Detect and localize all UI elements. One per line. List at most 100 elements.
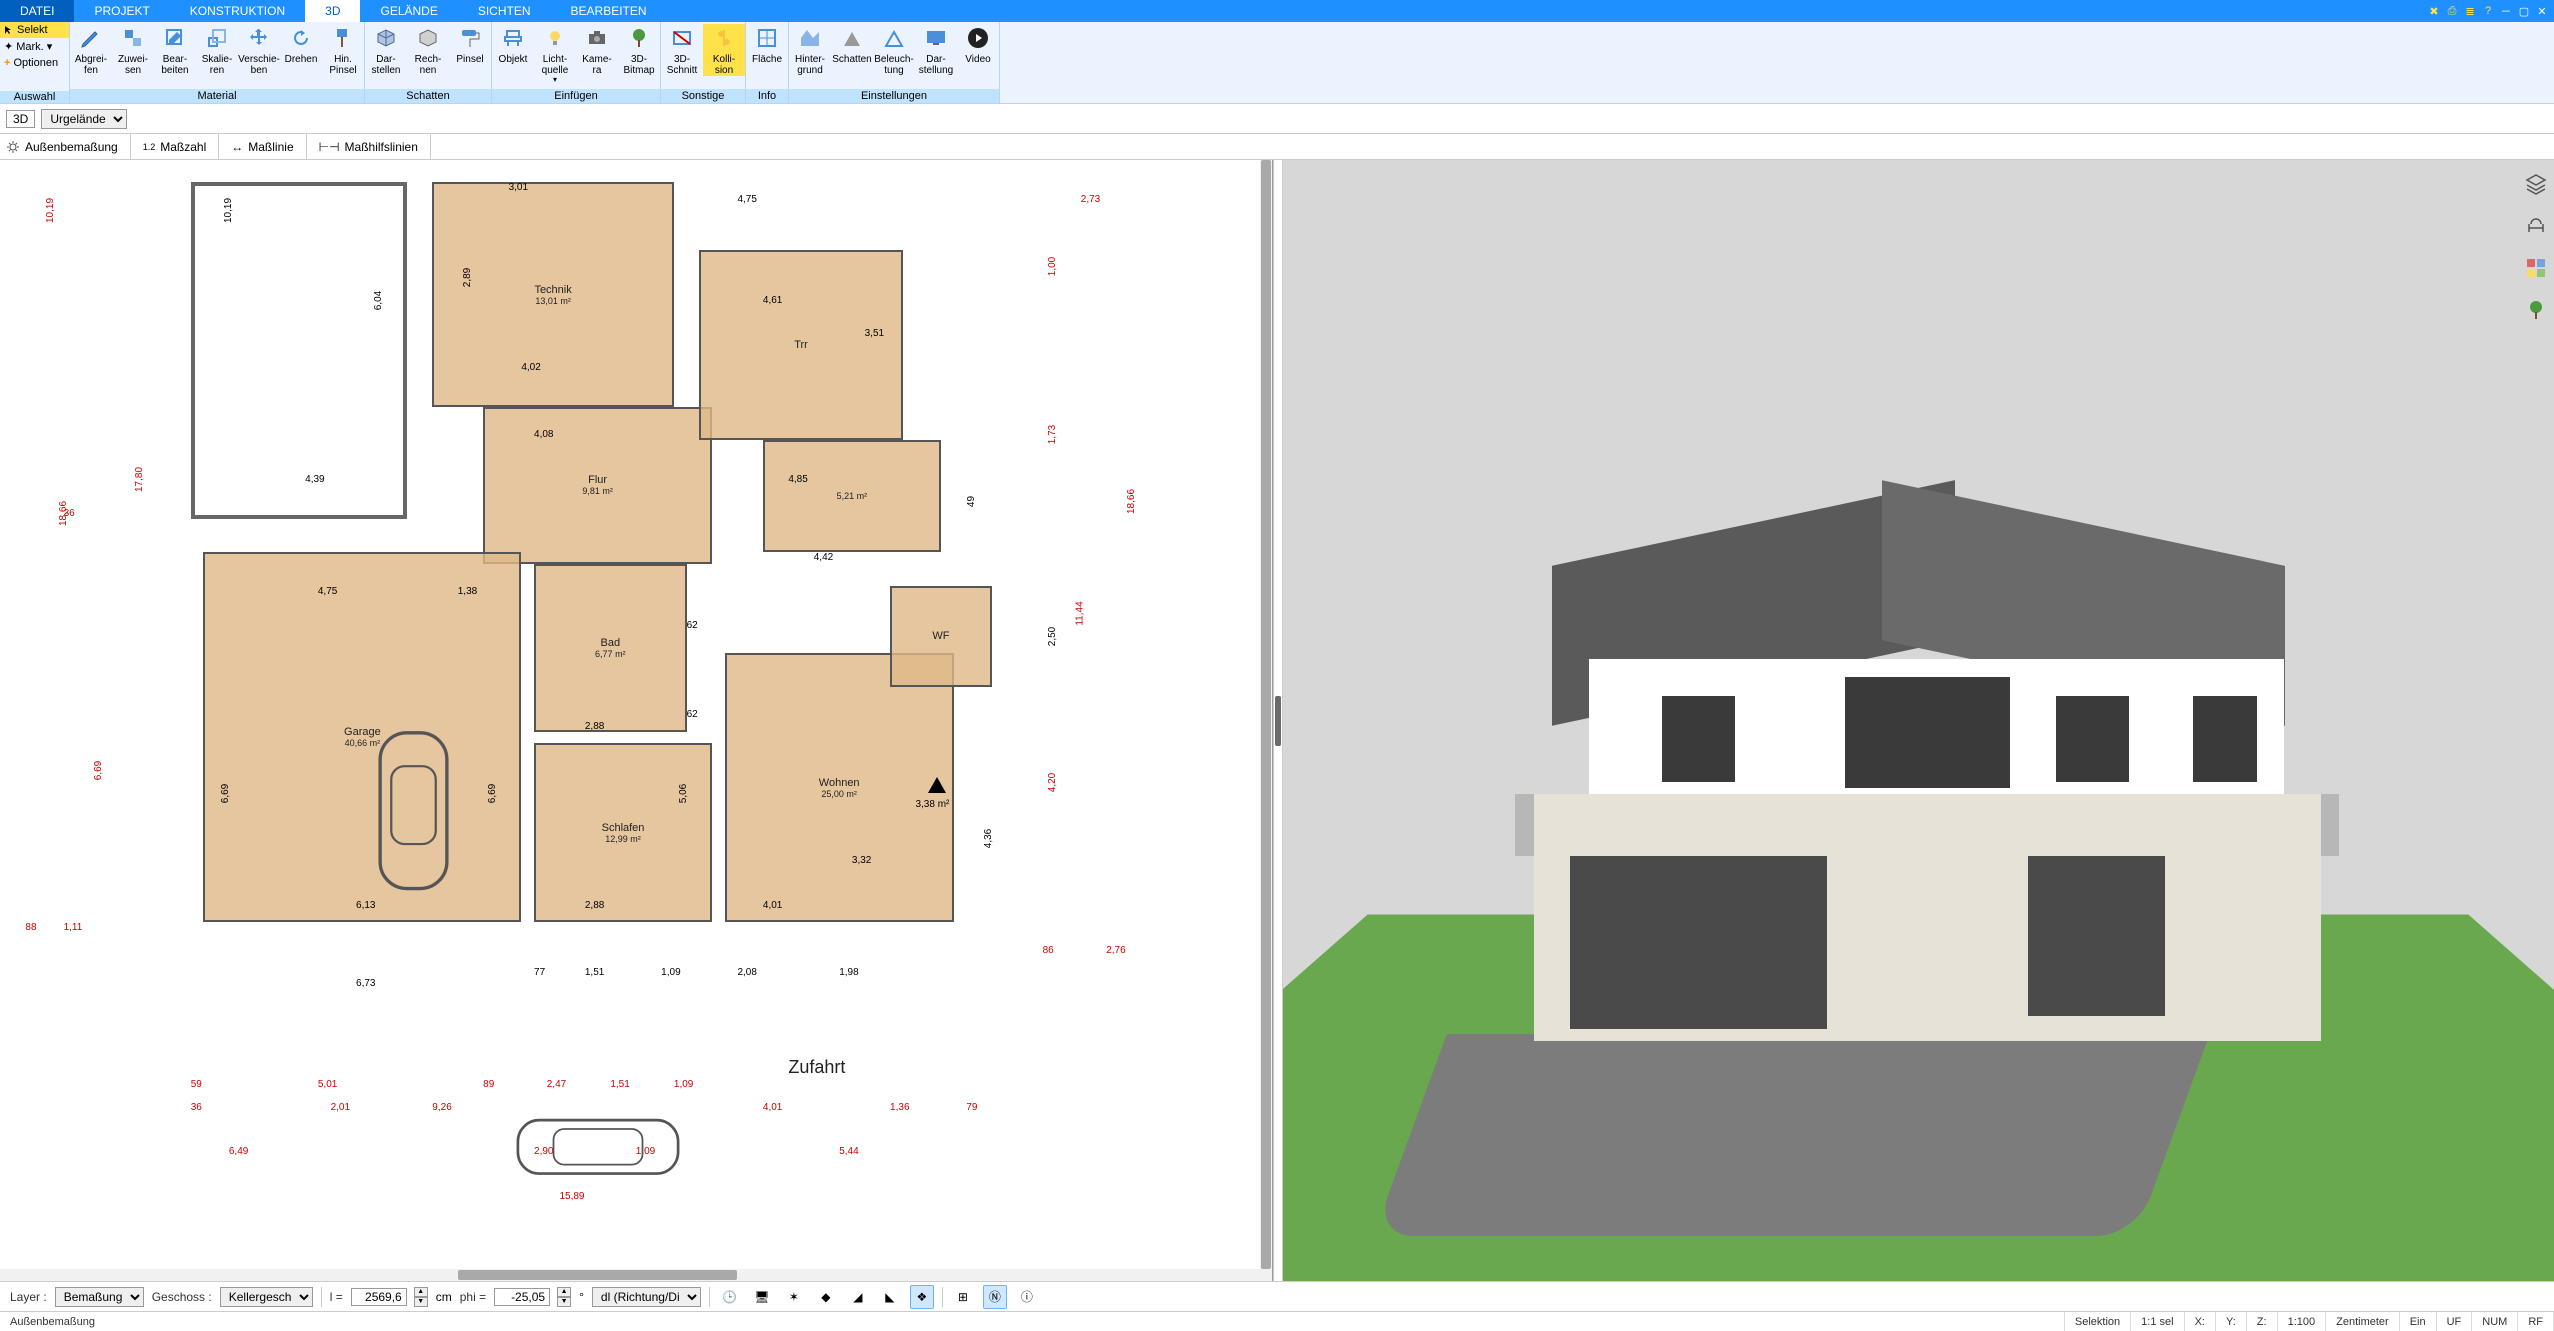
- hatch2-icon[interactable]: ◣: [878, 1285, 902, 1309]
- phi-spin-up[interactable]: ▲: [557, 1287, 571, 1297]
- tab-aussenbemassung[interactable]: Außenbemaßung: [0, 134, 131, 159]
- close-button[interactable]: ✕: [2534, 3, 2550, 19]
- ribbon-item-dschnitt[interactable]: 3D-Schnitt: [661, 24, 703, 76]
- db-icon[interactable]: ≣: [2462, 3, 2478, 19]
- layer-select[interactable]: Bemaßung: [55, 1287, 144, 1307]
- room-wohnen[interactable]: Wohnen25,00 m²: [725, 653, 954, 922]
- room-name: Wohnen: [819, 777, 860, 789]
- phi-input[interactable]: [494, 1288, 550, 1306]
- menu-tab-bearbeiten[interactable]: BEARBEITEN: [551, 0, 667, 22]
- diamond-icon[interactable]: ◆: [814, 1285, 838, 1309]
- menu-tab-gelaende[interactable]: GELÄNDE: [360, 0, 457, 22]
- layers2-icon[interactable]: ❖: [910, 1285, 934, 1309]
- ribbon-item-rechnen[interactable]: Rech-nen: [407, 24, 449, 76]
- ribbon-item-kamera[interactable]: Kame-ra: [576, 24, 618, 76]
- ribbon-item-objekt[interactable]: Objekt: [492, 24, 534, 65]
- ribbon-item-darstellen[interactable]: Dar-stellen: [365, 24, 407, 76]
- room-flur[interactable]: Flur9,81 m²: [483, 407, 712, 564]
- dl-select[interactable]: dl (Richtung/Di: [592, 1287, 701, 1307]
- ribbon-item-lichtquelle[interactable]: Licht-quelle▾: [534, 24, 576, 85]
- ribbon-item-hintergrund[interactable]: Hinter-grund: [789, 24, 831, 76]
- north-icon[interactable]: Ⓝ: [983, 1285, 1007, 1309]
- dimension-label: 6,69: [487, 784, 498, 803]
- dimension-label: 3,51: [865, 328, 884, 339]
- star-icon[interactable]: ✶: [782, 1285, 806, 1309]
- monitor-icon[interactable]: 🖥: [750, 1285, 774, 1309]
- tools-icon[interactable]: ✖: [2426, 3, 2442, 19]
- floorplan-pane[interactable]: Technik13,01 m²Flur9,81 m²Trr5,21 m² Bad6…: [0, 160, 1273, 1281]
- area-icon: [753, 24, 781, 52]
- materials-icon[interactable]: [2522, 254, 2550, 282]
- menu-tab-3d[interactable]: 3D: [305, 0, 360, 22]
- minimize-button[interactable]: －: [2498, 3, 2514, 19]
- ribbon-item-abgreifen[interactable]: Abgrei-fen: [70, 24, 112, 76]
- ribbon-item-label: nen: [420, 65, 437, 76]
- options-button[interactable]: + Optionen: [0, 55, 69, 71]
- geschoss-select[interactable]: Kellergesch: [220, 1287, 313, 1307]
- tab-masszahl[interactable]: 1.2 Maßzahl: [131, 134, 220, 159]
- menu-tab-konstruktion[interactable]: KONSTRUKTION: [170, 0, 305, 22]
- menu-tab-projekt[interactable]: PROJEKT: [74, 0, 169, 22]
- ribbon-item-drehen[interactable]: Drehen: [280, 24, 322, 65]
- dimension-label: 1,36: [890, 1102, 909, 1113]
- ribbon-item-hinpinsel[interactable]: Hin.Pinsel: [322, 24, 364, 76]
- furniture-icon[interactable]: [2522, 212, 2550, 240]
- terrain-select[interactable]: Urgelände: [41, 109, 127, 129]
- phi-spin-down[interactable]: ▼: [557, 1297, 571, 1307]
- splitter-handle-icon: [1275, 696, 1281, 746]
- sub-toolbar: 3D Urgelände: [0, 104, 2554, 134]
- phi-unit: °: [579, 1290, 584, 1304]
- room-schlafen[interactable]: Schlafen12,99 m²: [534, 743, 712, 922]
- floorplan-vscroll[interactable]: [1260, 160, 1272, 1269]
- grid-icon[interactable]: ⊞: [951, 1285, 975, 1309]
- tab-masshilfslinien[interactable]: ⊢⊣ Maßhilfslinien: [307, 134, 431, 159]
- ribbon-item-label: stellung: [919, 65, 953, 76]
- pane-splitter[interactable]: [1273, 160, 1283, 1281]
- save-icon[interactable]: ⎙: [2444, 3, 2460, 19]
- ribbon-item-skalieren[interactable]: Skalie-ren: [196, 24, 238, 76]
- clock-icon[interactable]: 🕒: [718, 1285, 742, 1309]
- layers-icon[interactable]: [2522, 170, 2550, 198]
- help-icon[interactable]: ?: [2480, 3, 2496, 19]
- room-trr[interactable]: Trr: [699, 250, 902, 441]
- mark-button[interactable]: ✦ Mark.▾: [0, 38, 69, 55]
- dimension-label: 4,75: [737, 194, 756, 205]
- ribbon-item-flche[interactable]: Fläche: [746, 24, 788, 65]
- floorplan-hscroll[interactable]: [0, 1269, 1272, 1281]
- ribbon-group-einfügen: ObjektLicht-quelle▾Kame-ra3D-BitmapEinfü…: [492, 22, 661, 103]
- dimension-label: 1,51: [585, 967, 604, 978]
- plants-icon[interactable]: [2522, 296, 2550, 324]
- select-button[interactable]: Selekt: [0, 22, 69, 38]
- ribbon-item-bearbeiten[interactable]: Bear-beiten: [154, 24, 196, 76]
- dimension-label: 1,73: [1047, 425, 1058, 444]
- tab-masslinie[interactable]: ↔ Maßlinie: [219, 134, 306, 159]
- l-spin-down[interactable]: ▼: [414, 1297, 428, 1307]
- ribbon-item-zuweisen[interactable]: Zuwei-sen: [112, 24, 154, 76]
- hatch1-icon[interactable]: ◢: [846, 1285, 870, 1309]
- maximize-button[interactable]: ▢: [2516, 3, 2532, 19]
- ribbon-item-kollision[interactable]: Kolli-sion: [703, 24, 745, 76]
- l-input[interactable]: [351, 1288, 407, 1306]
- ribbon-item-label: Schatten: [832, 54, 871, 65]
- ribbon-item-video[interactable]: Video: [957, 24, 999, 65]
- room-garage[interactable]: Garage40,66 m²: [203, 552, 521, 922]
- ribbon-item-beleuchtung[interactable]: Beleuch-tung: [873, 24, 915, 76]
- ribbon-item-darstellung[interactable]: Dar-stellung: [915, 24, 957, 76]
- room-area: 25,00 m²: [821, 789, 857, 799]
- room-bad[interactable]: Bad6,77 m²: [534, 564, 687, 732]
- room-wf[interactable]: WF: [890, 586, 992, 687]
- 3d-toggle-button[interactable]: 3D: [6, 110, 35, 128]
- menu-tab-sichten[interactable]: SICHTEN: [458, 0, 551, 22]
- ribbon-item-verschieben[interactable]: Verschie-ben: [238, 24, 280, 76]
- room-technik[interactable]: Technik13,01 m²: [432, 182, 674, 406]
- dimension-label: 2,47: [547, 1079, 566, 1090]
- ribbon-item-dbitmap[interactable]: 3D-Bitmap: [618, 24, 660, 76]
- room-[interactable]: 5,21 m²: [763, 440, 941, 552]
- info-icon[interactable]: ⓘ: [1015, 1285, 1039, 1309]
- ribbon-item-schatten[interactable]: Schatten: [831, 24, 873, 65]
- dimension-label: 1,98: [839, 967, 858, 978]
- menu-tab-datei[interactable]: DATEI: [0, 0, 74, 22]
- l-spin-up[interactable]: ▲: [414, 1287, 428, 1297]
- 3d-view-pane[interactable]: [1283, 160, 2554, 1281]
- ribbon-item-pinsel[interactable]: Pinsel: [449, 24, 491, 65]
